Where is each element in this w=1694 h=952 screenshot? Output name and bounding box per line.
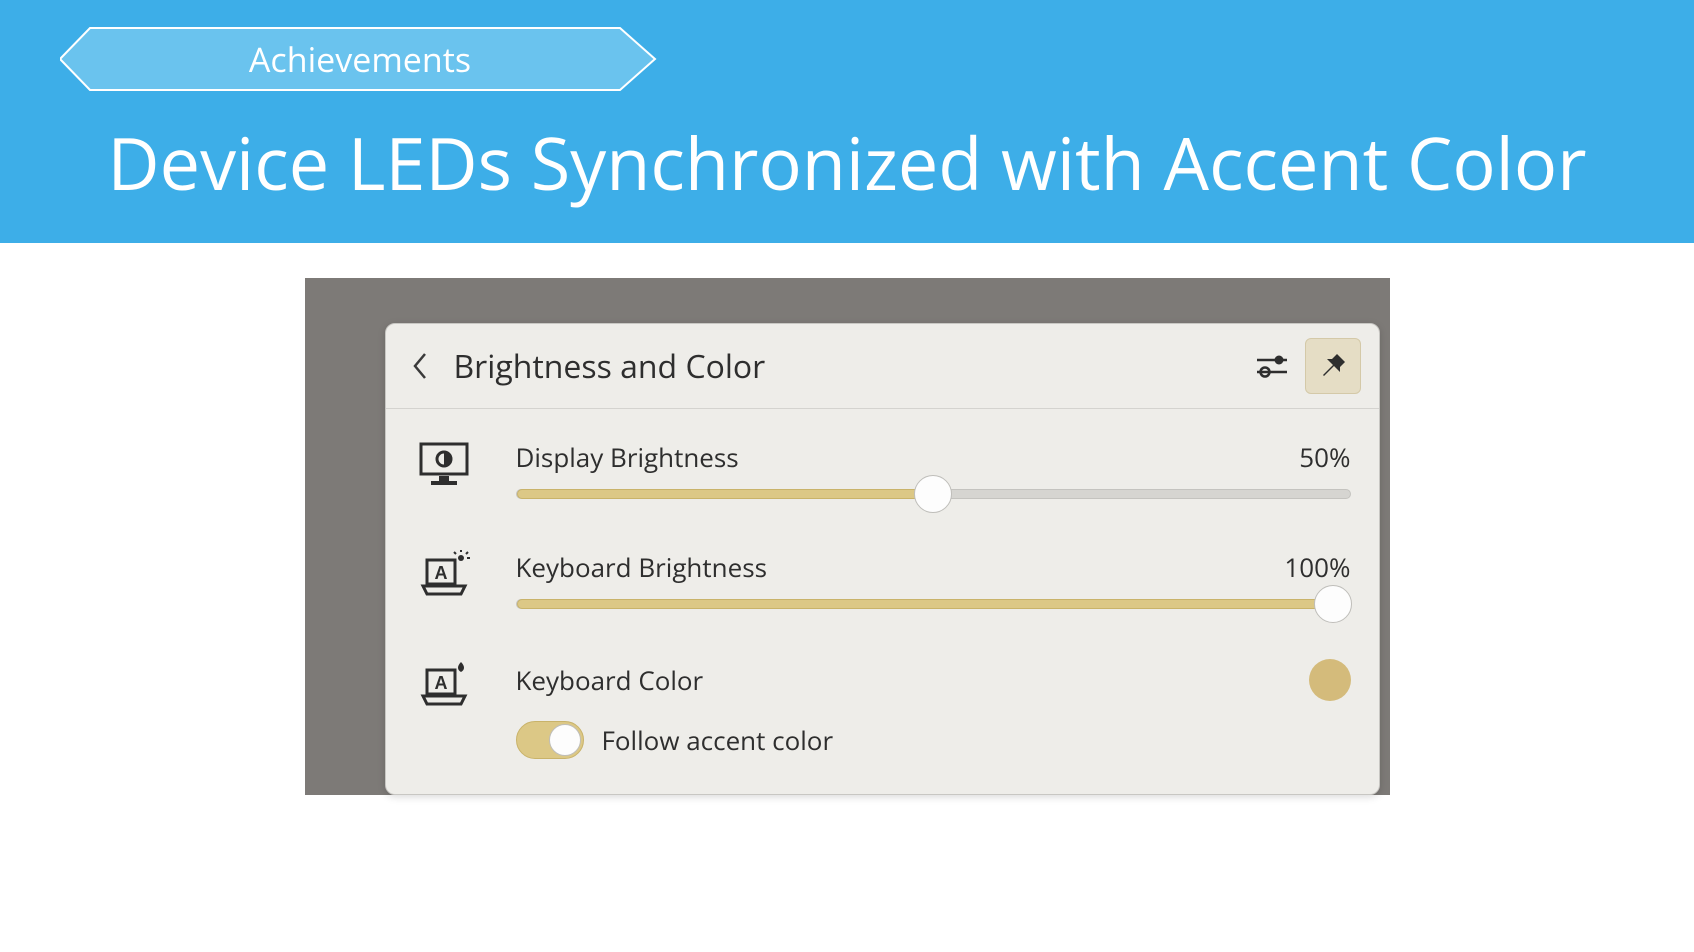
brightness-color-popup: Brightness and Color <box>385 323 1380 795</box>
achievements-ribbon: Achievements <box>60 25 660 93</box>
popup-header: Brightness and Color <box>386 324 1379 409</box>
slider-fill <box>517 489 934 499</box>
settings-button[interactable] <box>1251 345 1293 387</box>
svg-text:A: A <box>434 563 447 583</box>
monitor-brightness-icon <box>414 439 474 489</box>
follow-accent-toggle[interactable] <box>516 721 584 759</box>
svg-text:A: A <box>434 673 447 693</box>
pin-icon <box>1318 351 1348 381</box>
slider-thumb[interactable] <box>914 475 952 513</box>
sliders-icon <box>1255 352 1289 380</box>
display-label-row: Display Brightness 50% <box>516 439 1351 475</box>
display-brightness-value: 50% <box>1299 439 1350 475</box>
keyboard-color-label: Keyboard Color <box>516 662 1309 698</box>
display-brightness-slider[interactable] <box>516 489 1351 499</box>
pin-button[interactable] <box>1305 338 1361 394</box>
display-brightness-label: Display Brightness <box>516 439 1300 475</box>
keyboard-brightness-slider[interactable] <box>516 599 1351 609</box>
ribbon-label: Achievements <box>249 36 471 82</box>
keyboard-brightness-icon: A <box>414 549 474 599</box>
follow-accent-label: Follow accent color <box>602 722 834 758</box>
keyboard-label-row: Keyboard Brightness 100% <box>516 549 1351 585</box>
page-title: Device LEDs Synchronized with Accent Col… <box>60 118 1634 208</box>
display-brightness-row: Display Brightness 50% <box>414 439 1351 499</box>
toggle-thumb <box>549 724 581 756</box>
keyboard-color-label-row: Keyboard Color <box>516 659 1351 701</box>
display-brightness-content: Display Brightness 50% <box>516 439 1351 499</box>
keyboard-brightness-row: A Keyboard Brightness 100% <box>414 549 1351 609</box>
keyboard-color-icon: A <box>414 659 474 709</box>
follow-accent-row: Follow accent color <box>516 721 1351 759</box>
keyboard-color-swatch[interactable] <box>1309 659 1351 701</box>
slider-thumb[interactable] <box>1314 585 1352 623</box>
keyboard-brightness-value: 100% <box>1284 549 1350 585</box>
keyboard-brightness-content: Keyboard Brightness 100% <box>516 549 1351 609</box>
keyboard-brightness-label: Keyboard Brightness <box>516 549 1285 585</box>
content-area: Brightness and Color <box>0 243 1694 795</box>
keyboard-color-content: Keyboard Color Follow accent color <box>516 659 1351 759</box>
popup-title: Brightness and Color <box>454 345 1251 388</box>
slider-fill <box>517 599 1350 609</box>
header-actions <box>1251 338 1361 394</box>
header-banner: Achievements Device LEDs Synchronized wi… <box>0 0 1694 243</box>
back-button[interactable] <box>404 350 436 382</box>
popup-body: Display Brightness 50% A <box>386 409 1379 794</box>
screenshot-frame: Brightness and Color <box>305 278 1390 795</box>
chevron-left-icon <box>410 351 430 381</box>
keyboard-color-row: A Keyboard Color <box>414 659 1351 759</box>
